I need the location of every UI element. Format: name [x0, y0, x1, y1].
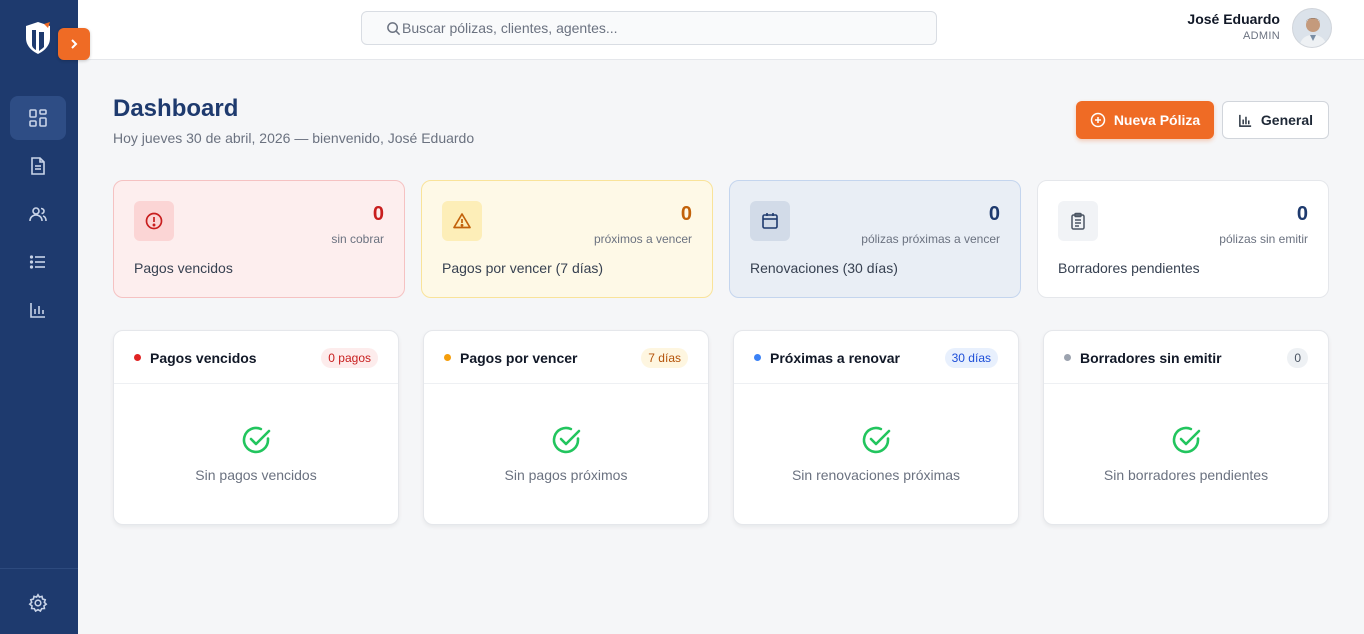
stat-label: Renovaciones (30 días): [750, 260, 898, 276]
empty-state-text: Sin borradores pendientes: [1103, 467, 1269, 483]
sidebar-item-policies[interactable]: [10, 144, 66, 188]
sidebar-item-list[interactable]: [10, 240, 66, 284]
stat-subtext: sin cobrar: [331, 232, 384, 246]
new-policy-button[interactable]: Nueva Póliza: [1076, 101, 1214, 139]
panel-title: Pagos por vencer: [460, 350, 578, 366]
stat-value: 0: [372, 203, 384, 225]
check-circle-icon: [552, 426, 581, 454]
stat-card-due-soon[interactable]: 0 próximos a vencer Pagos por vencer (7 …: [421, 180, 713, 298]
empty-state-text: Sin renovaciones próximas: [791, 467, 961, 483]
status-dot: [134, 354, 141, 361]
panel-header: Borradores sin emitir 0: [1044, 331, 1328, 384]
clipboard-icon: [1071, 212, 1085, 230]
stat-value: 0: [1296, 203, 1308, 225]
plus-circle-icon: [1090, 112, 1106, 128]
bar-chart-icon: [1239, 114, 1252, 127]
alert-circle-icon: [145, 212, 163, 230]
panel-title: Pagos vencidos: [150, 350, 257, 366]
sidebar-expand-button[interactable]: [58, 28, 90, 60]
gear-icon: [28, 593, 48, 613]
stat-subtext: pólizas próximas a vencer: [861, 232, 1000, 246]
sidebar-item-settings[interactable]: [10, 581, 66, 625]
status-dot: [1064, 354, 1071, 361]
stat-icon-box: [1058, 201, 1098, 241]
status-dot: [754, 354, 761, 361]
panel-upcoming-renewals: Próximas a renovar 30 días Sin renovacio…: [733, 330, 1019, 525]
stat-value: 0: [988, 203, 1000, 225]
panel-badge: 0 pagos: [321, 348, 378, 368]
stat-subtext: próximos a vencer: [593, 232, 692, 246]
panel-header: Próximas a renovar 30 días: [734, 331, 1018, 384]
panel-overdue-payments: Pagos vencidos 0 pagos Sin pagos vencido…: [113, 330, 399, 525]
stat-card-renewals[interactable]: 0 pólizas próximas a vencer Renovaciones…: [729, 180, 1021, 298]
users-icon: [29, 207, 47, 222]
check-circle-icon: [862, 426, 891, 454]
top-header: José Eduardo ADMIN: [78, 0, 1364, 60]
panel-badge: 0: [1287, 348, 1308, 368]
search-bar[interactable]: [361, 11, 937, 45]
list-icon: [29, 255, 45, 269]
warning-triangle-icon: [453, 213, 471, 229]
calendar-icon: [762, 213, 778, 229]
document-icon: [31, 157, 45, 175]
stat-card-overdue[interactable]: 0 sin cobrar Pagos vencidos: [113, 180, 405, 298]
chevron-right-icon: [71, 39, 78, 49]
panel-header: Pagos vencidos 0 pagos: [114, 331, 398, 384]
stat-icon-box: [134, 201, 174, 241]
panel-badge: 7 días: [641, 348, 688, 368]
search-icon: [387, 22, 401, 36]
general-button[interactable]: General: [1222, 101, 1329, 139]
empty-state-text: Sin pagos vencidos: [195, 467, 317, 483]
stat-icon-box: [442, 201, 482, 241]
check-circle-icon: [1172, 426, 1201, 454]
status-dot: [444, 354, 451, 361]
new-policy-label: Nueva Póliza: [1113, 112, 1201, 128]
panel-upcoming-payments: Pagos por vencer 7 días Sin pagos próxim…: [423, 330, 709, 525]
avatar[interactable]: [1292, 8, 1332, 48]
stat-label: Pagos por vencer (7 días): [442, 260, 604, 276]
page-subtitle: Hoy jueves 30 de abril, 2026 — bienvenid…: [113, 130, 475, 146]
sidebar: [0, 0, 78, 634]
stat-icon-box: [750, 201, 790, 241]
sidebar-divider: [0, 568, 78, 569]
stat-card-drafts[interactable]: 0 pólizas sin emitir Borradores pendient…: [1037, 180, 1329, 298]
sidebar-item-reports[interactable]: [10, 288, 66, 332]
shield-logo[interactable]: [22, 20, 54, 56]
bar-chart-icon: [30, 303, 45, 318]
panel-badge: 30 días: [944, 348, 998, 368]
stat-value: 0: [680, 203, 692, 225]
empty-state-text: Sin pagos próximos: [504, 467, 628, 483]
user-avatar-icon: [1293, 9, 1331, 47]
stat-label: Borradores pendientes: [1058, 260, 1200, 276]
check-circle-icon: [242, 426, 271, 454]
page-title: Dashboard: [113, 95, 239, 122]
sidebar-item-dashboard[interactable]: [10, 96, 66, 140]
search-input[interactable]: [402, 20, 922, 36]
dashboard-grid-icon: [29, 109, 47, 127]
panel-draft-policies: Borradores sin emitir 0 Sin borradores p…: [1043, 330, 1329, 525]
stat-label: Pagos vencidos: [134, 260, 233, 276]
panel-title: Próximas a renovar: [770, 350, 900, 366]
user-role: ADMIN: [1243, 30, 1280, 42]
panel-title: Borradores sin emitir: [1080, 350, 1222, 366]
panel-header: Pagos por vencer 7 días: [424, 331, 708, 384]
sidebar-item-clients[interactable]: [10, 192, 66, 236]
general-label: General: [1260, 112, 1314, 128]
stat-subtext: pólizas sin emitir: [1219, 232, 1308, 246]
user-name: José Eduardo: [1187, 11, 1280, 27]
